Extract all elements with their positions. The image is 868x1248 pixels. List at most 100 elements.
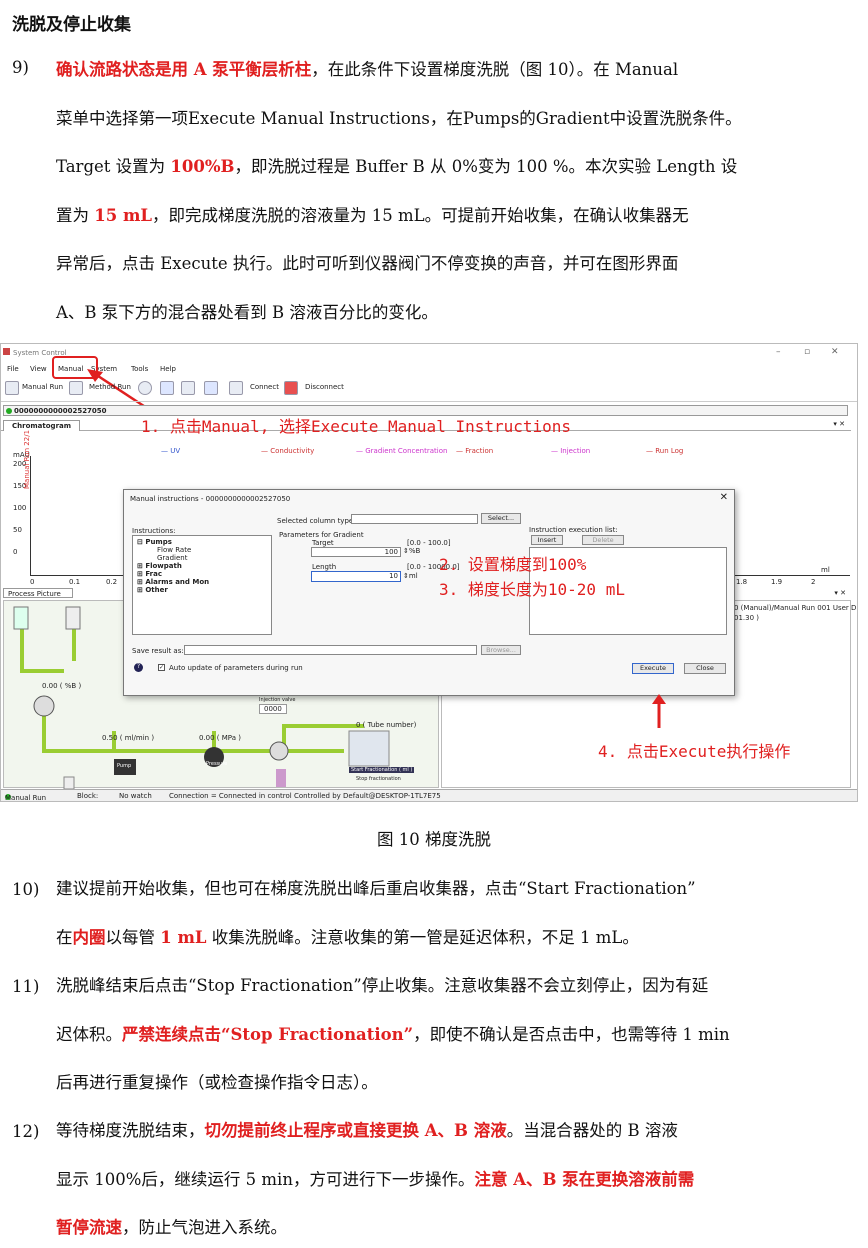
pause-circle-icon[interactable] (138, 381, 152, 395)
target-input[interactable]: 100 (311, 547, 401, 557)
p9-text: ，即完成梯度洗脱的溶液量为 15 mL。可提前开始收集，在确认收集器无 (152, 205, 689, 225)
p11-text: 迟体积。 (56, 1024, 122, 1044)
p9-text: Target 设置为 (56, 157, 171, 176)
annotation-step-3: 3. 梯度长度为10-20 mL (439, 580, 625, 599)
run-log-text-2: 01.30 ) (734, 614, 759, 622)
tree-alarms[interactable]: ⊞ Alarms and Mon (137, 578, 209, 586)
tree-pumps[interactable]: ⊟ Pumps (137, 538, 172, 546)
tree-flow-rate[interactable]: Flow Rate (157, 546, 191, 554)
maximize-icon[interactable]: ▫ (804, 347, 810, 357)
stop-icon[interactable] (204, 381, 218, 395)
start-fractionation-button[interactable]: Start Fractionation ( ml ) (349, 767, 415, 773)
x-tick-label: 1.9 (771, 578, 783, 586)
p10-line1: 建议提前开始收集，但也可在梯度洗脱出峰后重启收集器，点击“Start Fract… (56, 879, 696, 898)
status-connection: Connection = Connected in control (169, 792, 292, 800)
length-unit-label: ml (408, 572, 418, 580)
save-result-field[interactable] (184, 645, 477, 655)
tree-gradient[interactable]: Gradient (157, 554, 187, 562)
x-tick-label: 2 (811, 578, 816, 586)
step-number-12: 12) (12, 1122, 40, 1141)
pane-close-icon[interactable]: ▾ ✕ (833, 420, 845, 428)
method-run-icon[interactable] (69, 381, 83, 395)
p10-text: 在 (56, 927, 73, 947)
menu-file[interactable]: File (7, 365, 19, 373)
disconnect-icon[interactable] (284, 381, 298, 395)
annotation-step-1: 1. 点击Manual, 选择Execute Manual Instructio… (141, 417, 572, 436)
p10-text: 收集洗脱峰。注意收集的第一管是延迟体积，不足 1 mL。 (206, 927, 639, 947)
y-series-label: Manual Run 22/1 (23, 429, 31, 489)
delete-button[interactable]: Delete (582, 535, 624, 545)
status-watch: No watch (119, 792, 152, 800)
p12-warning: 切勿提前终止程序或直接更换 A、B 溶液 (204, 1121, 507, 1140)
annotation-step-2: 2. 设置梯度到100% (439, 555, 587, 574)
column-type-label: Selected column type: (277, 517, 356, 525)
connect-icon[interactable] (229, 381, 243, 395)
column-type-field[interactable] (351, 514, 478, 524)
select-button[interactable]: Select... (481, 513, 521, 524)
step-number-9: 9) (12, 58, 29, 77)
pressure-label: Pressure (206, 761, 228, 767)
p11-line3: 后再进行重复操作（或检查操作指令日志）。 (56, 1073, 378, 1092)
play-icon[interactable] (181, 381, 195, 395)
section-heading: 洗脱及停止收集 (12, 15, 131, 35)
tab-process-picture[interactable]: Process Picture (3, 588, 73, 598)
pause-icon[interactable] (160, 381, 174, 395)
dialog-title: Manual instructions - 000000000000252705… (130, 495, 291, 503)
manual-run-button[interactable]: Manual Run (22, 383, 63, 391)
y-tick-label: 0 (13, 548, 18, 556)
close-icon[interactable]: ✕ (831, 347, 839, 357)
p12-text: 等待梯度洗脱结束， (56, 1121, 205, 1140)
stop-fractionation-button[interactable]: Stop fractionation (356, 776, 401, 782)
injection-value: 0000 (259, 704, 287, 714)
p11-line2: 迟体积。严禁连续点击“Stop Fractionation”，即使不确认是否点击… (56, 1011, 856, 1060)
length-input[interactable]: 10 (311, 571, 401, 582)
p12-text: ，防止气泡进入系统。 (122, 1218, 287, 1237)
method-run-button[interactable]: Method Run (89, 383, 131, 391)
legend-item: — UV (161, 447, 181, 455)
p12-warning-3: 暂停流速 (56, 1218, 122, 1237)
close-button[interactable]: Close (684, 663, 726, 674)
manual-instructions-dialog: Manual instructions - 000000000000252705… (123, 489, 735, 696)
p10-highlight-volume: 1 mL (160, 927, 207, 947)
manual-run-icon[interactable] (5, 381, 19, 395)
pressure-readout: 0.00 ( MPa ) (199, 734, 241, 742)
menu-help[interactable]: Help (160, 365, 176, 373)
p10-text: 以每管 (105, 927, 161, 947)
y-tick-label: 50 (13, 526, 22, 534)
instructions-tree[interactable]: ⊟ Pumps Flow Rate Gradient ⊞ Flowpath ⊞ … (132, 535, 272, 635)
tree-frac[interactable]: ⊞ Frac (137, 570, 162, 578)
tree-other[interactable]: ⊞ Other (137, 586, 168, 594)
dialog-close-icon[interactable]: ✕ (720, 492, 728, 503)
p9-line5: 异常后，点击 Execute 执行。此时可听到仪器阀门不停变换的声音，并可在图形… (56, 254, 679, 273)
p10-highlight-inner: 内圈 (72, 927, 106, 947)
x-tick-label: 0 (30, 578, 35, 586)
disconnect-button[interactable]: Disconnect (305, 383, 344, 391)
paragraph-9: 确认流路状态是用 A 泵平衡层析柱，在此条件下设置梯度洗脱（图 10）。在 Ma… (56, 46, 856, 337)
auto-update-checkbox[interactable]: ✓ (158, 664, 165, 671)
execute-button[interactable]: Execute (632, 663, 674, 674)
log-pane-close-icon[interactable]: ▾ ✕ (834, 589, 846, 597)
tab-chromatogram[interactable]: Chromatogram (3, 420, 81, 431)
exec-list-label: Instruction execution list: (529, 526, 618, 534)
insert-button[interactable]: Insert (531, 535, 563, 545)
target-unit-label: %B (408, 547, 421, 555)
p11-warning: 严禁连续点击“Stop Fractionation” (122, 1024, 414, 1044)
connect-button[interactable]: Connect (250, 383, 279, 391)
browse-button[interactable]: Browse... (481, 645, 521, 655)
tree-flowpath-label: Flowpath (145, 562, 182, 570)
y-tick-label: 100 (13, 504, 27, 512)
tree-flowpath[interactable]: ⊞ Flowpath (137, 562, 182, 570)
target-unit: ⇕%B (403, 547, 421, 555)
p9-line3: Target 设置为 100%B，即洗脱过程是 Buffer B 从 0%变为 … (56, 143, 856, 192)
tube-number-readout: 0 ( Tube number) (356, 721, 417, 729)
minimize-icon[interactable]: – (776, 347, 781, 357)
process-tab-label: Process Picture (8, 590, 61, 598)
annotation-arrow-4 (652, 694, 666, 728)
p12-line3: 暂停流速，防止气泡进入系统。 (56, 1204, 856, 1248)
length-label: Length (312, 563, 337, 571)
help-icon[interactable]: ? (134, 663, 143, 672)
step-number-11: 11) (12, 977, 40, 996)
p9-line4: 置为 15 mL，即完成梯度洗脱的溶液量为 15 mL。可提前开始收集，在确认收… (56, 192, 856, 241)
legend-item: — Fraction (456, 447, 494, 455)
menu-view[interactable]: View (30, 365, 47, 373)
